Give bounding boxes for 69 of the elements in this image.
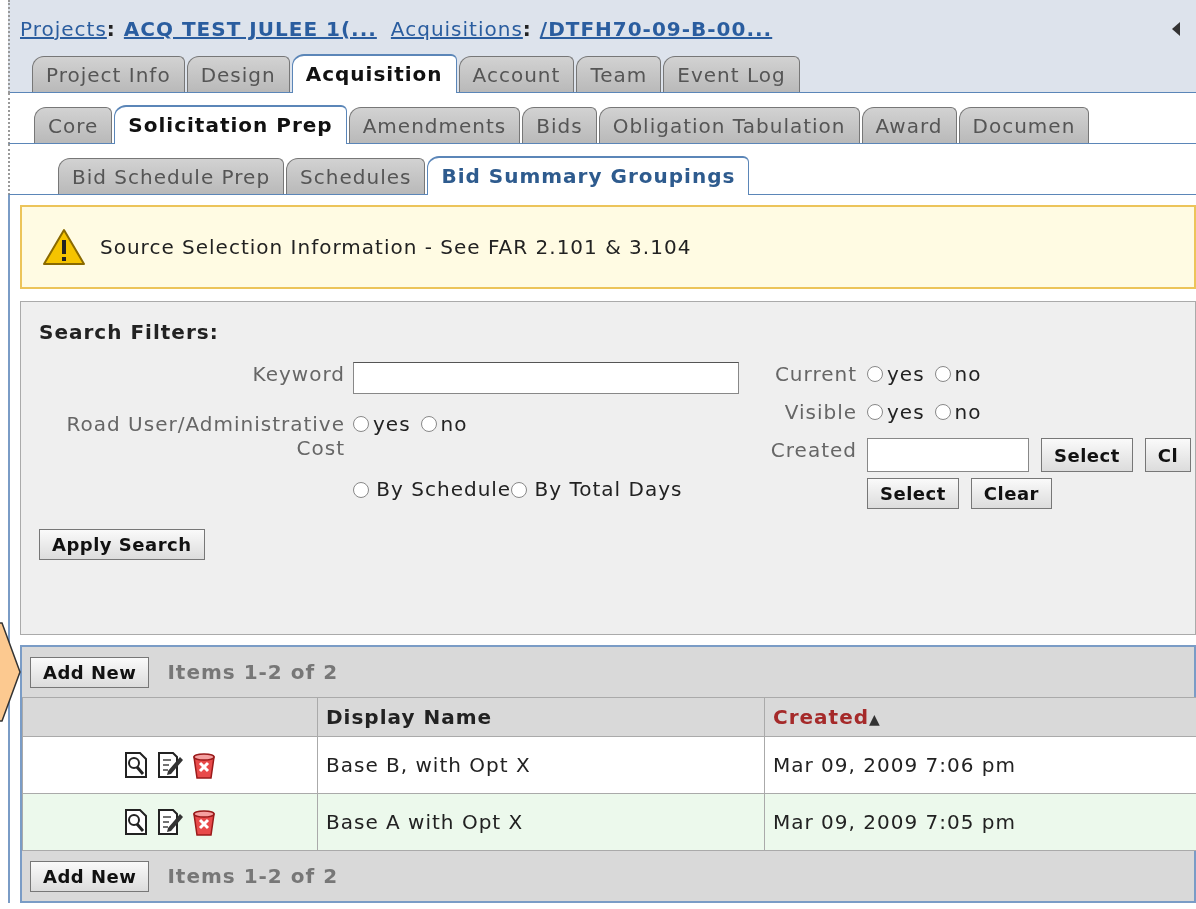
- column-header[interactable]: Display Name: [317, 697, 765, 737]
- option-label: yes: [373, 411, 411, 436]
- field-label: Current: [773, 362, 857, 386]
- tab[interactable]: Core: [34, 107, 113, 143]
- option-label: By Schedule: [376, 477, 512, 502]
- date-field[interactable]: [867, 438, 1029, 472]
- option-label: no: [440, 411, 468, 436]
- option-label: no: [954, 362, 982, 386]
- tab[interactable]: Acquisition: [291, 54, 457, 93]
- radio-button[interactable]: [353, 482, 369, 499]
- field-label: Keyword: [251, 362, 345, 386]
- tab[interactable]: Schedules: [286, 158, 426, 194]
- option-label: no: [954, 400, 982, 424]
- keyword-field[interactable]: [353, 362, 739, 394]
- delete-icon[interactable]: [190, 751, 218, 779]
- tab[interactable]: Bid Summary Groupings: [427, 156, 750, 195]
- breadcrumb-link[interactable]: /DTFH70-09-B-00...: [539, 17, 773, 41]
- tab[interactable]: Design: [186, 56, 290, 92]
- tab[interactable]: Account: [458, 56, 575, 92]
- radio-button[interactable]: [420, 415, 437, 432]
- field-label: Visible: [783, 400, 857, 424]
- warning-icon: [42, 228, 86, 266]
- field-label: Road User/Administrative Cost: [65, 411, 345, 460]
- option-label: By Total Days: [534, 477, 683, 502]
- tab[interactable]: Amendments: [348, 107, 521, 143]
- tab[interactable]: Project Info: [32, 56, 185, 92]
- view-icon[interactable]: [122, 751, 150, 779]
- table-cell: Base B, with Opt X: [317, 736, 765, 794]
- tab[interactable]: Team: [576, 56, 662, 92]
- colon-separator: :: [106, 17, 116, 41]
- breadcrumb-link[interactable]: ACQ TEST JULEE 1(...: [123, 17, 377, 41]
- tab[interactable]: Bid Schedule Prep: [58, 158, 285, 194]
- option-label: yes: [887, 362, 925, 386]
- tab[interactable]: Solicitation Prep: [114, 105, 347, 144]
- radio-button[interactable]: [867, 404, 883, 420]
- add-new-button[interactable]: Add New: [30, 860, 150, 892]
- table-cell: Mar 09, 2009 7:05 pm: [764, 793, 1196, 851]
- item-count: Items 1-2 of 2: [167, 660, 339, 684]
- option-label: yes: [887, 400, 925, 424]
- delete-icon[interactable]: [190, 808, 218, 836]
- apply-search-button[interactable]: Apply Search: [39, 529, 205, 560]
- form-button[interactable]: Clear: [970, 478, 1052, 509]
- table-cell: Base A with Opt X: [317, 793, 765, 851]
- view-icon[interactable]: [122, 808, 150, 836]
- form-button[interactable]: Select: [867, 478, 959, 509]
- breadcrumb-link[interactable]: Projects: [20, 17, 107, 41]
- tab[interactable]: Award: [861, 107, 957, 143]
- radio-button[interactable]: [353, 415, 369, 432]
- tab[interactable]: Event Log: [663, 56, 800, 92]
- edit-icon[interactable]: [156, 751, 184, 779]
- breadcrumb-link[interactable]: Acquisitions: [390, 17, 523, 41]
- collapse-arrow-icon[interactable]: [1172, 22, 1180, 36]
- tab[interactable]: Obligation Tabulation: [598, 107, 860, 143]
- radio-button[interactable]: [511, 482, 528, 499]
- colon-separator: :: [522, 17, 532, 41]
- edit-icon[interactable]: [156, 808, 184, 836]
- add-new-button[interactable]: Add New: [30, 656, 150, 688]
- warning-text: Source Selection Information - See FAR 2.101 & 3.104: [100, 235, 692, 259]
- field-label: Created: [769, 438, 857, 462]
- radio-button[interactable]: [934, 404, 951, 420]
- tab[interactable]: Bids: [522, 107, 597, 143]
- radio-button[interactable]: [934, 366, 951, 382]
- form-button[interactable]: Cl: [1144, 438, 1192, 472]
- form-button[interactable]: Select: [1041, 438, 1133, 472]
- tab[interactable]: Documen: [958, 107, 1090, 143]
- filters-title: Search Filters:: [39, 320, 220, 344]
- item-count: Items 1-2 of 2: [167, 864, 339, 888]
- column-header[interactable]: Created▲: [764, 697, 1196, 737]
- radio-button[interactable]: [867, 366, 883, 382]
